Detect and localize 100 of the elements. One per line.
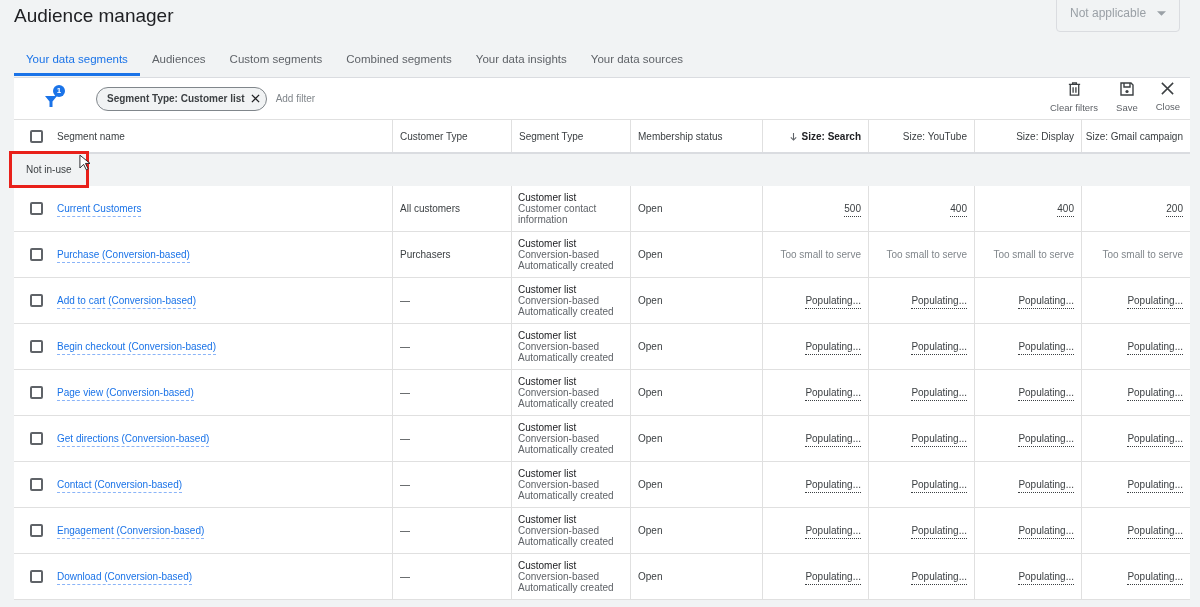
table-cell-text: Automatically created (518, 490, 615, 501)
checkbox[interactable] (29, 294, 43, 307)
size-value[interactable]: Populating... (1127, 338, 1183, 355)
table-cell-text: Conversion-based (518, 525, 601, 536)
size-value[interactable]: 500 (844, 200, 861, 217)
column-header[interactable]: Size: YouTube (902, 128, 967, 144)
table-cell-text: Conversion-based (518, 479, 601, 490)
table-cell-text: Customer list (518, 330, 578, 341)
checkbox[interactable] (29, 386, 43, 399)
size-value[interactable]: Populating... (1018, 292, 1074, 309)
filter-icon (44, 93, 58, 108)
size-value[interactable]: Populating... (911, 292, 967, 309)
size-value[interactable]: Populating... (1127, 568, 1183, 585)
table-cell-text: Customer contact information (518, 203, 598, 225)
table-cell-text: Customer list (518, 376, 578, 387)
table-cell-text: — (400, 386, 410, 400)
table-cell-text: All customers (400, 202, 460, 216)
size-value[interactable]: 200 (1166, 200, 1183, 217)
column-header[interactable]: Size: Gmail campaign (1085, 128, 1183, 144)
size-value[interactable]: Populating... (1018, 522, 1074, 539)
remove-icon[interactable] (250, 94, 260, 103)
segment-link[interactable]: Download (Conversion-based) (57, 568, 193, 585)
tab[interactable]: Custom segments (217, 46, 335, 76)
table-cell-text: Open (638, 524, 663, 538)
size-value[interactable]: Populating... (805, 384, 861, 401)
size-value[interactable]: Populating... (911, 338, 967, 355)
column-header[interactable]: Size: Display (1016, 128, 1074, 144)
size-value[interactable]: Populating... (1127, 522, 1183, 539)
filter-button[interactable]: 1 (36, 83, 66, 114)
add-filter-button[interactable]: Add filter (275, 91, 316, 106)
segment-link[interactable]: Purchase (Conversion-based) (57, 246, 190, 263)
checkbox[interactable] (29, 248, 43, 261)
table-cell-text: Conversion-based (518, 387, 601, 398)
size-value[interactable]: 400 (1057, 200, 1074, 217)
checkbox[interactable] (29, 432, 43, 445)
table-cell-text: Conversion-based (518, 341, 601, 352)
toolbar-action[interactable]: Clear filters (1044, 81, 1105, 116)
segment-link[interactable]: Page view (Conversion-based) (57, 384, 194, 401)
segment-link[interactable]: Engagement (Conversion-based) (57, 522, 205, 539)
size-value[interactable]: Populating... (1127, 292, 1183, 309)
tab[interactable]: Your data sources (578, 46, 696, 76)
segment-link[interactable]: Begin checkout (Conversion-based) (57, 338, 216, 355)
checkbox[interactable] (29, 570, 43, 583)
size-value[interactable]: Populating... (1018, 338, 1074, 355)
checkbox[interactable] (29, 202, 43, 215)
size-value[interactable]: Populating... (805, 522, 861, 539)
tab[interactable]: Combined segments (334, 46, 464, 76)
toolbar-action[interactable]: Close (1149, 81, 1186, 116)
checkbox[interactable] (29, 524, 43, 537)
size-value[interactable]: Populating... (911, 430, 967, 447)
tab[interactable]: Your data insights (463, 46, 579, 76)
filter-chip[interactable]: Segment Type: Customer list (96, 86, 267, 111)
table-cell-text: — (400, 524, 410, 538)
size-value[interactable]: Populating... (1018, 430, 1074, 447)
column-header[interactable]: Membership status (638, 128, 723, 144)
size-value[interactable]: Populating... (911, 522, 967, 539)
size-value[interactable]: Populating... (805, 476, 861, 493)
save-icon (1118, 81, 1135, 98)
size-value[interactable]: Populating... (1127, 476, 1183, 493)
segment-link[interactable]: Get directions (Conversion-based) (57, 430, 210, 447)
size-value[interactable]: Populating... (1018, 384, 1074, 401)
tab[interactable]: Audiences (139, 46, 218, 76)
table-cell-text: Automatically created (518, 582, 615, 593)
size-value[interactable]: Populating... (805, 292, 861, 309)
toolbar-action[interactable]: Save (1110, 81, 1144, 116)
table-cell-text: Automatically created (518, 260, 615, 271)
table-cell-text: — (400, 432, 410, 446)
table-cell-text: Customer list (518, 192, 578, 203)
checkbox[interactable] (29, 478, 43, 491)
table-cell-text: Open (638, 202, 663, 216)
size-value[interactable]: Populating... (805, 430, 861, 447)
table-cell-text: Conversion-based (518, 571, 601, 582)
size-value[interactable]: 400 (950, 200, 967, 217)
column-header[interactable]: Size: Search (788, 128, 861, 144)
chip-label: Segment Type: Customer list (107, 92, 245, 106)
size-value[interactable]: Populating... (1018, 568, 1074, 585)
column-header[interactable]: Segment Type (519, 128, 584, 144)
size-value[interactable]: Populating... (911, 476, 967, 493)
size-value[interactable]: Populating... (1018, 476, 1074, 493)
size-value[interactable]: Populating... (805, 338, 861, 355)
segment-link[interactable]: Add to cart (Conversion-based) (57, 292, 196, 309)
size-value[interactable]: Populating... (911, 384, 967, 401)
table-cell-text: Conversion-based (518, 433, 601, 444)
size-value[interactable]: Populating... (805, 568, 861, 585)
column-header[interactable]: Customer Type (400, 128, 468, 144)
size-value[interactable]: Populating... (1127, 430, 1183, 447)
table-cell-text: Automatically created (518, 398, 615, 409)
checkbox[interactable] (29, 129, 43, 143)
segment-link[interactable]: Current Customers (57, 200, 142, 217)
filter-count-badge: 1 (53, 84, 65, 97)
sort-arrow-icon (788, 131, 798, 141)
size-value[interactable]: Populating... (1127, 384, 1183, 401)
table-cell-text: Customer list (518, 514, 578, 525)
trash-icon (1066, 81, 1082, 98)
caret-icon (1157, 10, 1166, 16)
checkbox[interactable] (29, 340, 43, 353)
size-value[interactable]: Populating... (911, 568, 967, 585)
segment-link[interactable]: Contact (Conversion-based) (57, 476, 183, 493)
column-header[interactable]: Segment name (57, 128, 125, 144)
cursor-icon (79, 154, 90, 171)
